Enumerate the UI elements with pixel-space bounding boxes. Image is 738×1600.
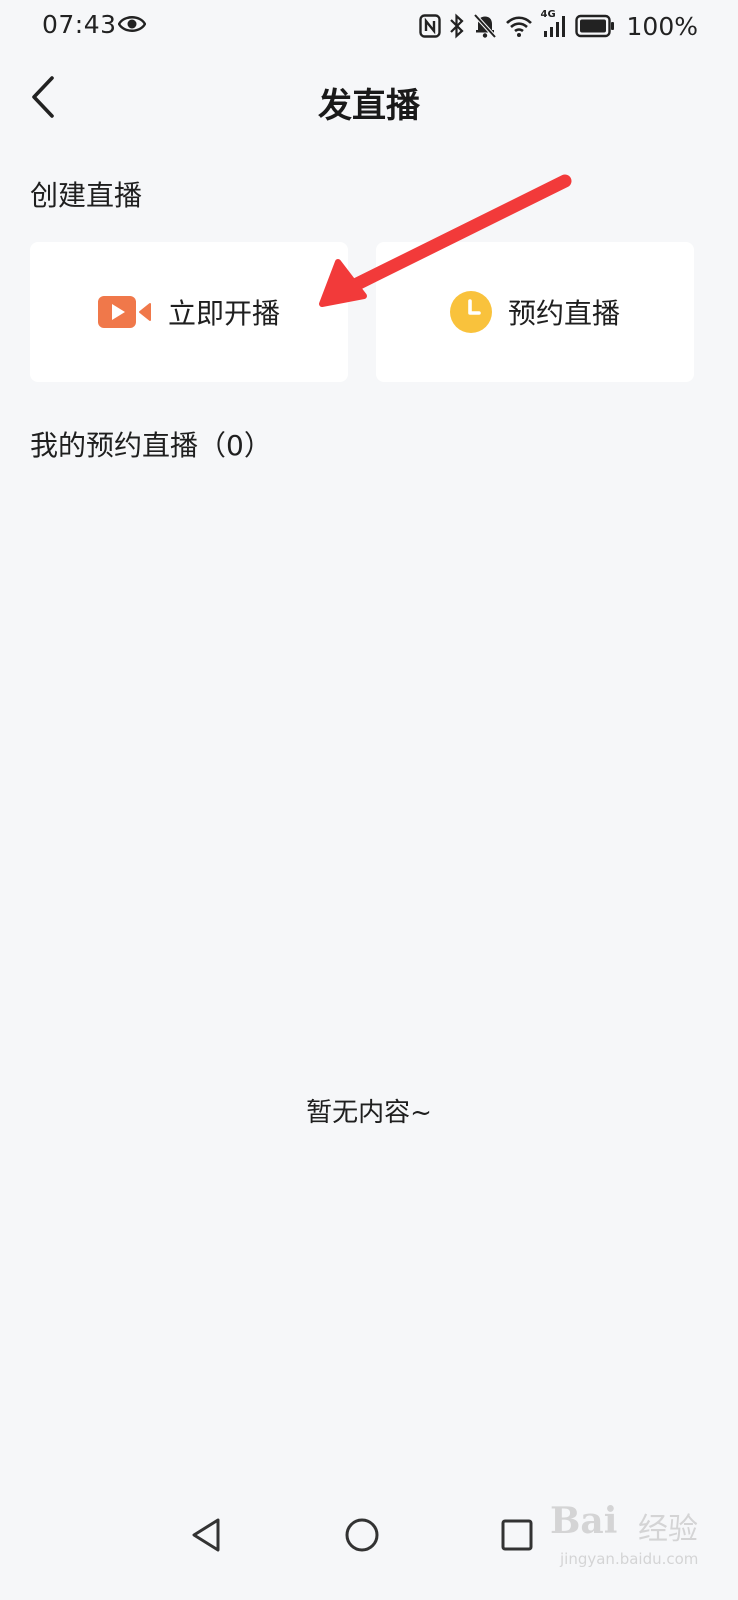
start-live-now-card[interactable]: 立即开播 [30, 242, 348, 382]
bell-off-icon [473, 13, 496, 39]
watermark-brand: Bai [550, 1500, 618, 1542]
video-camera-icon [97, 296, 151, 328]
status-icons: 4G 100% [418, 9, 698, 42]
nav-back-icon[interactable] [182, 1510, 232, 1560]
status-time: 07:43 [42, 10, 117, 39]
watermark-sub: 经验 [638, 1512, 698, 1547]
bluetooth-icon [449, 13, 464, 39]
create-live-section-title: 创建直播 [30, 179, 143, 212]
my-scheduled-live-title: 我的预约直播（0） [30, 429, 272, 462]
battery-icon [574, 14, 614, 38]
eye-icon [118, 16, 146, 32]
battery-percent: 100% [626, 11, 698, 41]
empty-state-text: 暂无内容~ [306, 1098, 432, 1128]
baidu-watermark: Bai 经验 jingyan.baidu.com [550, 1488, 720, 1584]
clock-icon [449, 291, 492, 333]
cellular-signal-icon: 4G [541, 9, 567, 39]
page-title: 发直播 [318, 86, 420, 126]
schedule-live-label: 预约直播 [507, 297, 620, 330]
nfc-icon [418, 14, 441, 38]
nav-bar: 发直播 [0, 60, 738, 140]
nav-recent-icon[interactable] [492, 1510, 542, 1560]
annotation-arrow [319, 174, 572, 307]
status-bar: 07:43 4G 100% [0, 0, 738, 52]
watermark-url: jingyan.baidu.com [560, 1550, 699, 1568]
nav-home-icon[interactable] [337, 1510, 387, 1560]
start-live-now-label: 立即开播 [167, 297, 280, 330]
wifi-icon [505, 16, 532, 37]
schedule-live-card[interactable]: 预约直播 [376, 242, 694, 382]
